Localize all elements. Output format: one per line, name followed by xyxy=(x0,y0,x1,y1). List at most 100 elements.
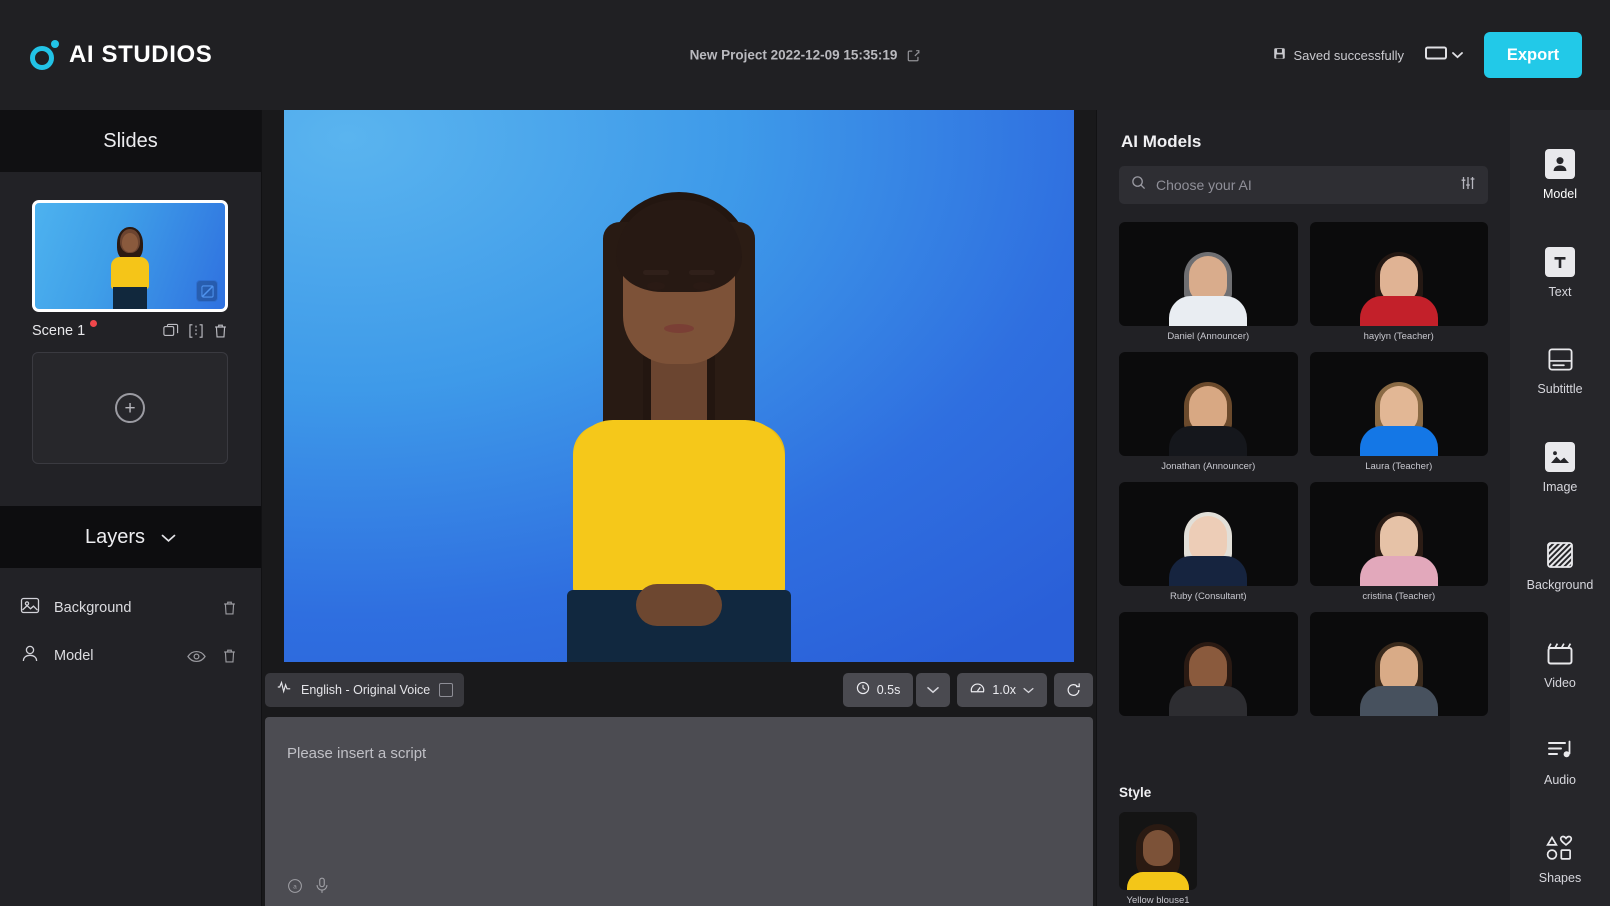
plus-circle-icon: + xyxy=(115,393,145,423)
slide-thumbnail[interactable] xyxy=(32,200,228,312)
export-button[interactable]: Export xyxy=(1484,32,1582,78)
speed-value: 1.0x xyxy=(992,683,1016,697)
search-icon xyxy=(1131,175,1146,195)
microphone-icon[interactable] xyxy=(315,877,329,894)
logo-dot-icon xyxy=(51,40,59,48)
layer-row-model[interactable]: Model xyxy=(0,632,261,680)
person-icon xyxy=(1545,149,1575,179)
duplicate-scene-icon[interactable] xyxy=(163,323,179,339)
ai-models-search[interactable] xyxy=(1119,166,1488,204)
eye-icon[interactable] xyxy=(187,650,206,663)
project-title-text: New Project 2022-12-09 15:35:19 xyxy=(690,48,898,63)
audio-note-icon xyxy=(1545,735,1575,765)
voice-selector[interactable]: English - Original Voice xyxy=(265,673,464,707)
edit-pencil-icon[interactable] xyxy=(906,48,920,62)
style-card[interactable]: Yellow blouse1 xyxy=(1119,812,1197,906)
person-layer-icon xyxy=(20,644,40,668)
tool-audio[interactable]: Audio xyxy=(1510,715,1610,809)
voice-label: English - Original Voice xyxy=(301,683,430,697)
transition-scene-icon[interactable] xyxy=(188,323,204,339)
pause-control: 0.5s xyxy=(843,673,951,707)
pause-duration-button[interactable]: 0.5s xyxy=(843,673,914,707)
project-title[interactable]: New Project 2022-12-09 15:35:19 xyxy=(690,48,921,63)
tool-model[interactable]: Model xyxy=(1510,128,1610,222)
model-card[interactable]: Laura (Teacher) xyxy=(1310,352,1489,472)
script-placeholder: Please insert a script xyxy=(287,745,1071,762)
ai-studios-app: AI STUDIOS New Project 2022-12-09 15:35:… xyxy=(0,0,1610,906)
model-thumbnail xyxy=(1119,222,1298,326)
saved-status: Saved successfully xyxy=(1273,47,1404,63)
model-card[interactable]: haylyn (Teacher) xyxy=(1310,222,1489,342)
layer-label: Background xyxy=(54,600,131,616)
layer-list: Background Mo xyxy=(0,568,261,680)
duplicate-small-icon[interactable] xyxy=(439,683,453,697)
layer-actions xyxy=(222,600,237,616)
delete-scene-icon[interactable] xyxy=(213,323,228,339)
background-hatch-icon xyxy=(1545,540,1575,570)
canvas-wrapper xyxy=(262,110,1096,662)
tool-label: Text xyxy=(1549,285,1572,299)
trash-icon[interactable] xyxy=(222,648,237,664)
tool-video[interactable]: Video xyxy=(1510,617,1610,711)
slide-thumbnail-figure xyxy=(104,227,156,309)
model-thumbnail xyxy=(1310,352,1489,456)
model-card[interactable] xyxy=(1310,612,1489,721)
slides-panel: Slides Scene xyxy=(0,110,262,906)
model-card[interactable]: Jonathan (Announcer) xyxy=(1119,352,1298,472)
tool-label: Background xyxy=(1527,578,1594,592)
scene-row: Scene 1 xyxy=(32,323,228,339)
aspect-ratio-selector[interactable] xyxy=(1422,41,1466,70)
text-t-icon xyxy=(1545,247,1575,277)
pronunciation-icon[interactable]: a xyxy=(287,878,303,894)
tool-text[interactable]: Text xyxy=(1510,226,1610,320)
search-input[interactable] xyxy=(1156,177,1450,193)
app-logo[interactable]: AI STUDIOS xyxy=(30,40,212,70)
transport-controls: 0.5s 1.0x xyxy=(843,673,1096,707)
model-thumbnail xyxy=(1119,612,1298,716)
layers-header-label: Layers xyxy=(85,526,145,549)
tool-label: Shapes xyxy=(1539,871,1581,885)
scene-actions xyxy=(163,323,228,339)
pause-duration-dropdown[interactable] xyxy=(916,673,950,707)
image-icon xyxy=(1545,442,1575,472)
model-card[interactable]: Ruby (Consultant) xyxy=(1119,482,1298,602)
reset-refresh-icon[interactable] xyxy=(1054,673,1093,707)
model-card[interactable] xyxy=(1119,612,1298,721)
slides-header-label: Slides xyxy=(103,130,157,153)
speed-button[interactable]: 1.0x xyxy=(957,673,1047,707)
layer-row-background[interactable]: Background xyxy=(0,584,261,632)
logo-ring-icon xyxy=(30,46,54,70)
model-card[interactable]: cristina (Teacher) xyxy=(1310,482,1489,602)
model-name: Daniel (Announcer) xyxy=(1119,331,1298,342)
model-thumbnail xyxy=(1310,612,1489,716)
edit-slide-icon[interactable] xyxy=(196,280,218,302)
tool-label: Audio xyxy=(1544,773,1576,787)
add-slide-button[interactable]: + xyxy=(32,352,228,464)
trash-icon[interactable] xyxy=(222,600,237,616)
slides-panel-header: Slides xyxy=(0,110,261,172)
layer-label: Model xyxy=(54,648,94,664)
avatar-preview[interactable] xyxy=(514,192,844,662)
ai-models-grid-scroll[interactable]: Daniel (Announcer) haylyn (Teacher) Jona… xyxy=(1097,204,1510,769)
subtitle-icon xyxy=(1545,344,1575,374)
style-name: Yellow blouse1 xyxy=(1119,895,1197,906)
ai-models-panel: AI Models xyxy=(1096,110,1510,906)
style-thumbnail xyxy=(1119,812,1197,890)
chevron-down-icon[interactable] xyxy=(161,526,176,549)
script-editor[interactable]: Please insert a script a xyxy=(265,717,1093,906)
svg-text:a: a xyxy=(293,883,297,890)
tool-subtitle[interactable]: Subtittle xyxy=(1510,324,1610,418)
tool-image[interactable]: Image xyxy=(1510,421,1610,515)
style-section-title: Style xyxy=(1119,785,1488,800)
tool-background[interactable]: Background xyxy=(1510,519,1610,613)
model-card[interactable]: Daniel (Announcer) xyxy=(1119,222,1298,342)
brand-name: AI STUDIOS xyxy=(69,41,212,69)
top-bar-right: Saved successfully Export xyxy=(1273,32,1582,78)
model-name: Ruby (Consultant) xyxy=(1119,591,1298,602)
layers-panel-header[interactable]: Layers xyxy=(0,506,261,568)
ai-models-title: AI Models xyxy=(1097,110,1510,166)
filter-sliders-icon[interactable] xyxy=(1460,176,1476,195)
tool-shapes[interactable]: Shapes xyxy=(1510,812,1610,906)
video-canvas[interactable] xyxy=(284,110,1074,662)
right-toolbar: Model Text Subtittle xyxy=(1510,110,1610,906)
